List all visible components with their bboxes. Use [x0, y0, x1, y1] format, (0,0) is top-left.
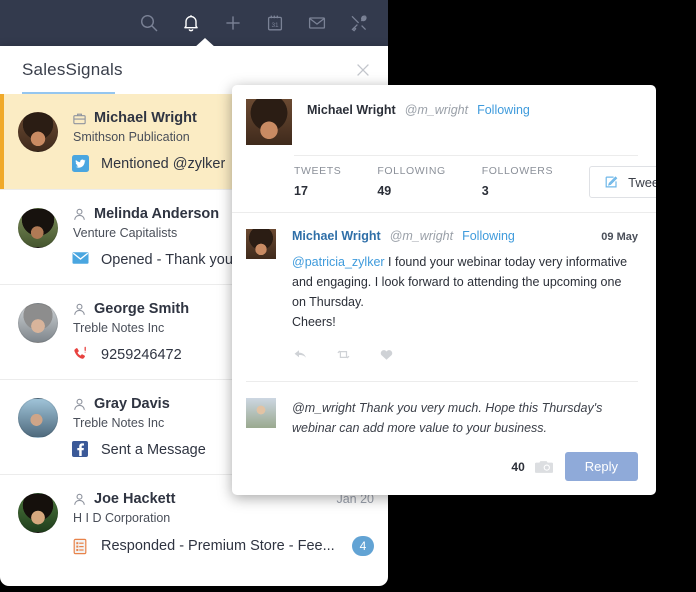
missed-call-icon	[72, 346, 89, 363]
stat-value: 17	[294, 184, 308, 198]
list-item-name: Michael Wright	[94, 110, 197, 126]
list-item-name: Melinda Anderson	[94, 206, 220, 222]
twitter-icon	[72, 155, 89, 172]
email-icon	[72, 251, 89, 268]
envelope-icon[interactable]	[304, 10, 330, 36]
stat-followers: FOLLOWERS 3	[482, 165, 553, 198]
tweet-date: 09 May	[601, 231, 638, 243]
avatar	[246, 229, 276, 259]
profile-handle: @m_wright	[404, 103, 469, 117]
twitter-detail-card: Michael Wright @m_wright Following TWEET…	[232, 85, 656, 495]
list-item-name: Gray Davis	[94, 396, 170, 412]
page-title: SalesSignals	[22, 60, 123, 79]
tweet-header: Michael Wright @m_wright Following 09 Ma…	[292, 229, 638, 243]
tweet-button[interactable]: Tweet	[589, 166, 656, 198]
character-count: 40	[511, 459, 525, 474]
survey-icon	[72, 538, 89, 555]
contact-icon	[72, 207, 87, 222]
app-header-icon-group: 31	[136, 0, 372, 46]
bell-icon[interactable]	[178, 10, 204, 36]
avatar	[246, 398, 276, 428]
close-icon[interactable]	[354, 61, 372, 79]
avatar	[18, 303, 58, 343]
twitter-profile-header: Michael Wright @m_wright Following	[232, 85, 656, 145]
reply-icon[interactable]	[292, 346, 309, 363]
tweet-button-label: Tweet	[628, 174, 656, 190]
reply-input[interactable]: @m_wright Thank you very much. Hope this…	[292, 398, 638, 438]
tweet-actions	[292, 346, 638, 363]
avatar	[18, 208, 58, 248]
list-item-name: George Smith	[94, 301, 190, 317]
tweet-following-link[interactable]: Following	[462, 229, 515, 243]
contact-icon	[72, 492, 87, 507]
tweet-author-name[interactable]: Michael Wright	[292, 229, 381, 243]
list-item-action-row: Responded - Premium Store - Fee... 4	[72, 536, 374, 556]
list-item-action: Mentioned @zylker	[101, 155, 226, 172]
list-item-action: Responded - Premium Store - Fee...	[101, 538, 335, 554]
stat-label: FOLLOWERS	[481, 165, 554, 177]
reply-button[interactable]: Reply	[564, 452, 638, 481]
search-icon[interactable]	[136, 10, 162, 36]
contact-icon	[72, 302, 87, 317]
avatar	[18, 398, 58, 438]
tweet-item: Michael Wright @m_wright Following 09 Ma…	[232, 213, 656, 363]
stat-tweets: TWEETS 17	[294, 165, 341, 198]
profile-name: Michael Wright	[307, 103, 396, 117]
status-badge: 4	[352, 536, 374, 556]
stat-value: 3	[481, 184, 489, 198]
tweet-mention[interactable]: @patricia_zylker	[292, 255, 385, 269]
profile-stats: TWEETS 17 FOLLOWING 49 FOLLOWERS 3 Twee	[232, 153, 656, 213]
tools-icon[interactable]	[346, 10, 372, 36]
stat-label: TWEETS	[294, 165, 342, 177]
compose-pencil-icon	[604, 174, 620, 190]
profile-following-link[interactable]: Following	[477, 103, 530, 117]
profile-names: Michael Wright @m_wright Following	[307, 99, 530, 117]
tweet-author-handle: @m_wright	[389, 229, 454, 243]
calendar-icon[interactable]: 31	[262, 10, 288, 36]
stat-following: FOLLOWING 49	[377, 165, 445, 198]
avatar	[18, 112, 58, 152]
list-item-body: Joe Hackett Jan 20 H I D Corporation Respon…	[72, 491, 374, 556]
tweet-signoff: Cheers!	[292, 315, 336, 329]
like-icon[interactable]	[378, 346, 395, 363]
list-item-action: Opened - Thank you	[101, 251, 233, 268]
facebook-icon	[72, 441, 89, 458]
stat-value: 49	[377, 184, 392, 198]
reply-toolbar: 40 Reply	[232, 438, 656, 481]
camera-icon[interactable]	[534, 459, 555, 475]
avatar	[18, 493, 58, 533]
avatar	[246, 99, 292, 145]
list-item-action: 9259246472	[101, 346, 182, 363]
contact-icon	[72, 397, 87, 412]
plus-icon[interactable]	[220, 10, 246, 36]
list-item-action: Sent a Message	[101, 441, 206, 458]
list-item-name: Joe Hackett	[94, 491, 176, 507]
list-item-company: H I D Corporation	[73, 511, 171, 525]
screen: 31 SalesSignals Michael Wright Smithson …	[0, 0, 696, 592]
lead-icon	[72, 111, 87, 126]
retweet-icon[interactable]	[335, 346, 352, 363]
tweet-text: @patricia_zylker I found your webinar to…	[292, 252, 638, 332]
stat-label: FOLLOWING	[377, 165, 446, 177]
reply-composer: @m_wright Thank you very much. Hope this…	[232, 382, 656, 438]
tweet-body: Michael Wright @m_wright Following 09 Ma…	[292, 229, 638, 363]
svg-text:31: 31	[271, 22, 279, 29]
bell-active-caret	[194, 38, 216, 48]
